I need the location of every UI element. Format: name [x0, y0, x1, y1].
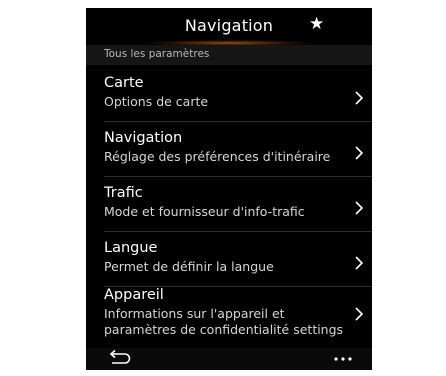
chevron-right-icon	[355, 91, 364, 105]
menu-item-carte[interactable]: Carte Options de carte	[86, 68, 372, 120]
section-header: Tous les paramètres	[86, 45, 372, 65]
chevron-right-icon	[355, 146, 364, 160]
divider	[104, 231, 372, 232]
menu-item-subtitle: Réglage des préférences d'itinéraire	[104, 149, 331, 164]
menu-item-subtitle: Permet de définir la langue	[104, 259, 274, 274]
menu-item-langue[interactable]: Langue Permet de définir la langue	[86, 233, 372, 285]
menu-item-subtitle: Options de carte	[104, 94, 209, 109]
menu-item-subtitle-line2: paramètres de confidentialité settings	[104, 322, 344, 337]
menu-item-subtitle: Mode et fournisseur d'info-trafic	[104, 204, 305, 219]
menu-item-subtitle: Informations sur l'appareil et	[104, 306, 285, 321]
menu-item-appareil[interactable]: Appareil Informations sur l'appareil et …	[86, 280, 372, 348]
back-arrow-icon[interactable]	[108, 349, 132, 367]
menu-item-title: Carte	[104, 75, 144, 91]
divider	[104, 176, 372, 177]
menu-item-navigation[interactable]: Navigation Réglage des préférences d'iti…	[86, 123, 372, 175]
menu-item-title: Trafic	[104, 185, 143, 201]
chevron-right-icon	[355, 201, 364, 215]
menu-item-title: Langue	[104, 240, 158, 256]
chevron-right-icon	[355, 307, 364, 321]
menu-item-trafic[interactable]: Trafic Mode et fournisseur d'info-trafic	[86, 178, 372, 230]
divider	[104, 121, 372, 122]
menu-item-title: Navigation	[104, 130, 183, 146]
chevron-right-icon	[355, 256, 364, 270]
header-bar: Navigation ★	[86, 8, 372, 46]
menu-item-title: Appareil	[104, 287, 164, 303]
bottom-bar	[86, 348, 372, 370]
settings-screen: Navigation ★ Tous les paramètres Carte O…	[86, 8, 372, 370]
page-title: Navigation	[184, 16, 274, 35]
star-icon[interactable]: ★	[309, 14, 324, 34]
section-label: Tous les paramètres	[104, 48, 210, 60]
more-dots-icon[interactable]	[332, 350, 354, 366]
